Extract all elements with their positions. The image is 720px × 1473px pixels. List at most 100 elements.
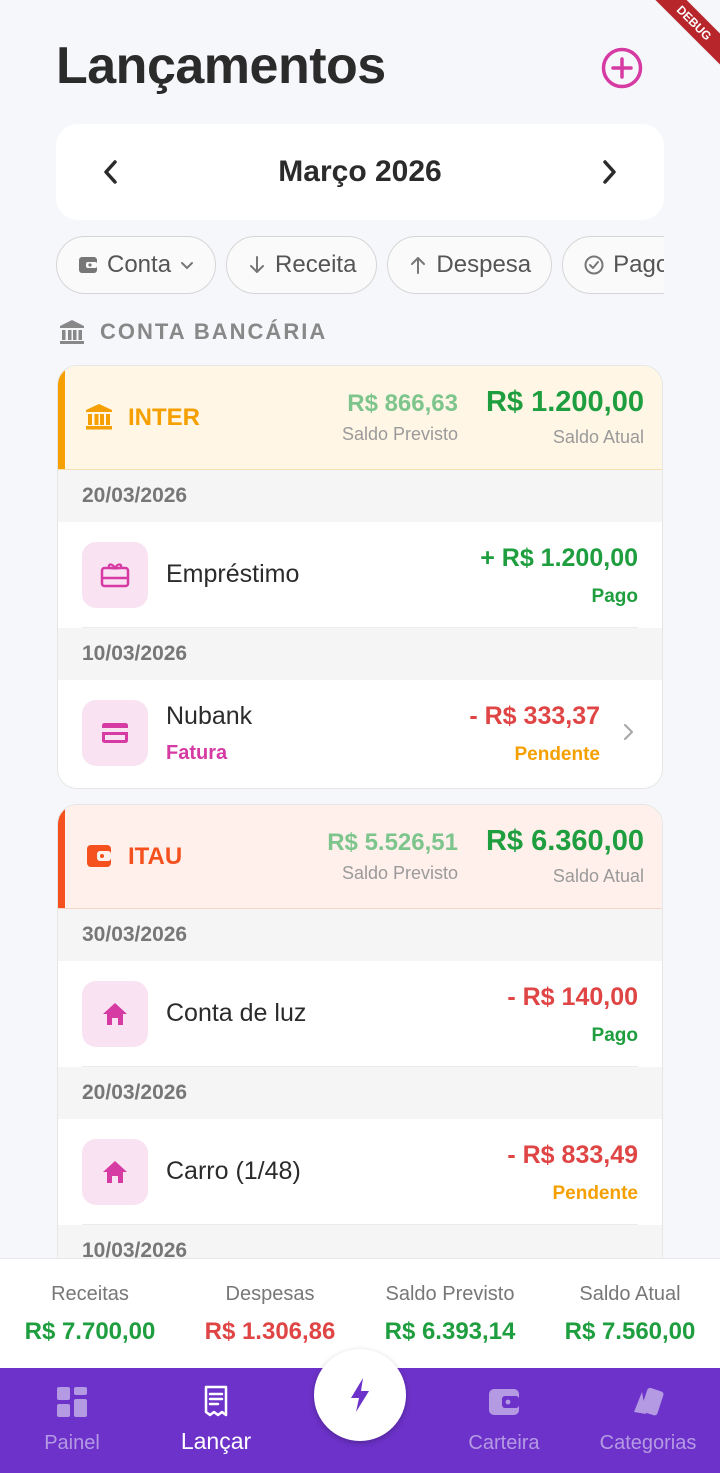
nav-item-label: Painel bbox=[44, 1432, 100, 1454]
bank-icon bbox=[86, 404, 112, 430]
debug-banner: DEBUG bbox=[630, 0, 720, 90]
cards-icon bbox=[634, 1387, 664, 1416]
receipt-icon bbox=[204, 1385, 228, 1417]
transaction-amount: + R$ 1.200,00 bbox=[480, 544, 638, 572]
nav-item-label: Carteira bbox=[468, 1432, 540, 1454]
nav-item-lancar[interactable]: Lançar bbox=[144, 1368, 288, 1473]
account-card-itau: ITAU R$ 5.526,51 Saldo Previsto R$ 6.360… bbox=[57, 804, 663, 1274]
gift-card-icon bbox=[82, 542, 148, 608]
saldo-atual-label: Saldo Atual bbox=[552, 866, 644, 886]
transaction-amount: - R$ 140,00 bbox=[507, 983, 638, 1011]
summary-value: R$ 7.560,00 bbox=[564, 1318, 696, 1345]
summary-label: Receitas bbox=[51, 1283, 129, 1305]
date-header: 30/03/2026 bbox=[58, 909, 662, 961]
saldo-atual-value: R$ 6.360,00 bbox=[485, 825, 644, 857]
transaction-row[interactable]: Conta de luz - R$ 140,00 Pago bbox=[58, 961, 662, 1067]
section-label-text: CONTA BANCÁRIA bbox=[100, 319, 328, 344]
filter-chip-label: Pago bbox=[613, 251, 664, 278]
saldo-previsto: R$ 5.526,51 Saldo Previsto bbox=[327, 829, 458, 884]
saldo-previsto: R$ 866,63 Saldo Previsto bbox=[342, 390, 458, 445]
page-title: Lançamentos bbox=[56, 37, 386, 95]
chevron-right-icon bbox=[623, 723, 634, 741]
nav-item-label: Lançar bbox=[180, 1428, 252, 1454]
chevron-down-icon bbox=[181, 262, 194, 270]
month-selector: Março 2026 bbox=[56, 124, 664, 220]
account-name: INTER bbox=[128, 404, 200, 431]
transaction-status: Pendente bbox=[514, 744, 600, 765]
transaction-row[interactable]: Empréstimo + R$ 1.200,00 Pago bbox=[58, 522, 662, 628]
saldo-previsto-value: R$ 5.526,51 bbox=[327, 829, 458, 856]
account-header[interactable]: INTER R$ 866,63 Saldo Previsto R$ 1.200,… bbox=[58, 366, 662, 470]
saldo-previsto-label: Saldo Previsto bbox=[341, 424, 458, 444]
arrow-down-icon bbox=[250, 256, 265, 273]
divider bbox=[82, 1224, 638, 1225]
saldo-previsto-value: R$ 866,63 bbox=[347, 390, 458, 417]
summary-label: Saldo Previsto bbox=[385, 1283, 515, 1305]
summary-despesas: Despesas R$ 1.306,86 bbox=[180, 1259, 360, 1368]
saldo-previsto-label: Saldo Previsto bbox=[341, 863, 458, 883]
wallet-icon bbox=[79, 257, 97, 273]
divider bbox=[82, 627, 638, 628]
nav-item-label: Categorias bbox=[599, 1432, 697, 1454]
transaction-status: Pendente bbox=[552, 1183, 638, 1204]
date-header: 20/03/2026 bbox=[58, 470, 662, 522]
saldo-atual: R$ 1.200,00 Saldo Atual bbox=[486, 386, 644, 448]
filter-chip-label: Despesa bbox=[436, 251, 532, 278]
summary-saldo-atual: Saldo Atual R$ 7.560,00 bbox=[540, 1259, 720, 1368]
divider bbox=[82, 1066, 638, 1067]
nav-item-categorias[interactable]: Categorias bbox=[576, 1368, 720, 1473]
chevron-left-icon bbox=[104, 160, 117, 184]
transaction-name: Carro (1/48) bbox=[166, 1157, 301, 1185]
summary-receitas: Receitas R$ 7.700,00 bbox=[0, 1259, 180, 1368]
arrow-up-icon bbox=[411, 257, 426, 274]
transaction-amount: - R$ 833,49 bbox=[507, 1141, 638, 1169]
transaction-status: Pago bbox=[591, 1025, 638, 1046]
filter-chip-label: Receita bbox=[275, 251, 357, 278]
transaction-row[interactable]: Nubank Fatura - R$ 333,37 Pendente bbox=[58, 680, 662, 786]
transaction-name: Nubank bbox=[166, 702, 253, 730]
summary-saldo-previsto: Saldo Previsto R$ 6.393,14 bbox=[360, 1259, 540, 1368]
summary-value: R$ 6.393,14 bbox=[384, 1318, 516, 1345]
saldo-atual-value: R$ 1.200,00 bbox=[485, 386, 644, 418]
credit-card-icon bbox=[82, 700, 148, 766]
transaction-amount: - R$ 333,37 bbox=[469, 702, 600, 730]
transaction-status: Pago bbox=[591, 586, 638, 607]
filter-chip-conta[interactable]: Conta bbox=[56, 236, 217, 294]
home-icon bbox=[82, 981, 148, 1047]
filter-chip-label: Conta bbox=[107, 251, 172, 278]
filter-chips: Conta Receita Despesa Pago bbox=[56, 236, 664, 296]
date-header: 10/03/2026 bbox=[58, 628, 662, 680]
wallet-icon bbox=[87, 845, 111, 867]
transaction-subtitle: Fatura bbox=[166, 742, 228, 764]
check-circle-icon bbox=[584, 255, 604, 275]
nav-item-painel[interactable]: Painel bbox=[0, 1368, 144, 1473]
month-label: Março 2026 bbox=[278, 155, 442, 188]
saldo-atual: R$ 6.360,00 Saldo Atual bbox=[486, 825, 644, 887]
account-card-inter: INTER R$ 866,63 Saldo Previsto R$ 1.200,… bbox=[57, 365, 663, 789]
date-header: 20/03/2026 bbox=[58, 1067, 662, 1119]
account-name: ITAU bbox=[128, 843, 183, 870]
home-icon bbox=[82, 1139, 148, 1205]
transaction-name: Conta de luz bbox=[166, 999, 307, 1027]
filter-chip-receita[interactable]: Receita bbox=[226, 236, 378, 294]
previous-month-button[interactable] bbox=[96, 157, 126, 187]
quick-add-button[interactable] bbox=[314, 1349, 406, 1441]
nav-item-carteira[interactable]: Carteira bbox=[432, 1368, 576, 1473]
summary-value: R$ 7.700,00 bbox=[24, 1318, 156, 1345]
summary-value: R$ 1.306,86 bbox=[204, 1318, 336, 1345]
bank-icon bbox=[60, 320, 84, 344]
account-header[interactable]: ITAU R$ 5.526,51 Saldo Previsto R$ 6.360… bbox=[58, 805, 662, 909]
dashboard-icon bbox=[57, 1387, 87, 1417]
transaction-row[interactable]: Carro (1/48) - R$ 833,49 Pendente bbox=[58, 1119, 662, 1225]
lightning-icon bbox=[351, 1378, 369, 1412]
saldo-atual-label: Saldo Atual bbox=[552, 427, 644, 447]
filter-chip-pago[interactable]: Pago bbox=[562, 236, 664, 294]
summary-label: Despesas bbox=[225, 1283, 315, 1305]
filter-chip-despesa[interactable]: Despesa bbox=[387, 236, 553, 294]
section-label: CONTA BANCÁRIA bbox=[58, 318, 327, 346]
chevron-right-icon bbox=[603, 160, 616, 184]
next-month-button[interactable] bbox=[594, 157, 624, 187]
transaction-name: Empréstimo bbox=[166, 560, 300, 588]
summary-label: Saldo Atual bbox=[579, 1283, 681, 1305]
wallet-icon bbox=[489, 1389, 519, 1415]
